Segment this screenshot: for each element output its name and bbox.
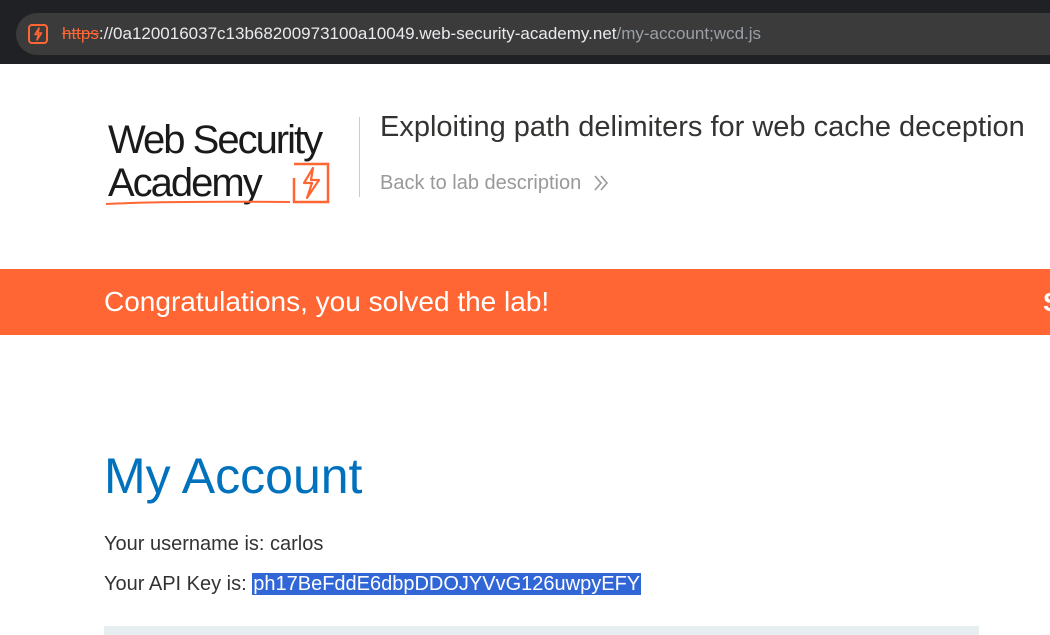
apikey-line: Your API Key is: ph17BeFddE6dbpDDOJYVvG1… (104, 572, 642, 596)
web-security-academy-logo[interactable]: Web Security Academy (104, 112, 356, 210)
username-value: carlos (270, 533, 324, 555)
banner-message: Congratulations, you solved the lab! (104, 286, 550, 317)
back-to-lab-description-link[interactable]: Back to lab description (380, 170, 609, 196)
lab-title: Exploiting path delimiters for web cache… (380, 111, 1025, 143)
double-chevron-right-icon (593, 174, 609, 192)
update-email-form (104, 626, 979, 635)
header-divider (359, 117, 360, 197)
username-label: Your username is: (104, 533, 271, 555)
back-link-label: Back to lab description (380, 172, 582, 194)
url-text[interactable]: https://0a120016037c13b68200973100a10049… (62, 24, 761, 44)
logo-line1: Web Security (108, 118, 323, 162)
logo-line2: Academy (108, 161, 263, 205)
banner-share-text[interactable]: S (1043, 287, 1050, 317)
url-scheme: https (62, 24, 99, 43)
lightning-square-icon[interactable] (26, 22, 50, 46)
lab-solved-banner: Congratulations, you solved the lab! S (0, 269, 1050, 335)
url-host: 0a120016037c13b68200973100a10049.web-sec… (113, 24, 617, 43)
browser-toolbar: https://0a120016037c13b68200973100a10049… (0, 0, 1050, 64)
url-separator: :// (98, 24, 114, 43)
username-line: Your username is: carlos (104, 532, 323, 556)
page-title: My Account (104, 448, 363, 504)
url-path: /my-account;wcd.js (616, 24, 762, 43)
address-bar[interactable]: https://0a120016037c13b68200973100a10049… (16, 13, 1050, 55)
apikey-label: Your API Key is: (104, 573, 253, 595)
apikey-value: ph17BeFddE6dbpDDOJYVvG126uwpyEFY (252, 573, 642, 595)
